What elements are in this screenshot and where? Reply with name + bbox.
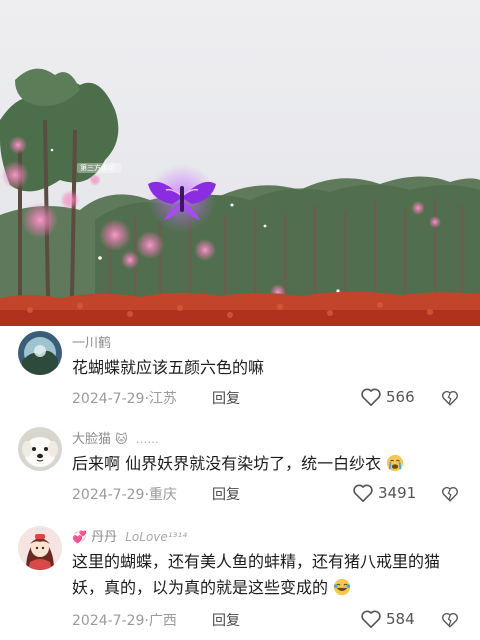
username-extra: LoLove¹³¹⁴	[125, 530, 188, 544]
laughing-crying-face-icon	[334, 578, 351, 596]
reply-button[interactable]: 回复	[212, 388, 240, 408]
comment-text: 这里的蝴蝶，还有美人鱼的蚌精，还有猪八戒里的猫妖，真的，以为真的就是这些变成的	[72, 552, 441, 597]
like-count: 584	[386, 610, 415, 628]
like-count: 3491	[378, 484, 417, 502]
broken-heart-icon[interactable]	[441, 611, 459, 629]
broken-heart-icon[interactable]	[441, 485, 459, 503]
comment-text: 后来啊 仙界妖界就没有染坊了，统一白纱衣	[72, 451, 442, 477]
comment-date: 2024-7-29	[72, 391, 145, 407]
like-button[interactable]: 566	[360, 387, 415, 407]
comment-meta: 2024-7-29·广西	[72, 610, 177, 630]
white-dog-avatar-icon	[18, 427, 62, 471]
heart-icon	[361, 610, 381, 628]
reply-button[interactable]: 回复	[212, 610, 240, 630]
comment-username[interactable]: 大脸猫 🐱 ......	[72, 428, 159, 447]
cat-emoji-icon: 🐱	[115, 432, 128, 446]
comment-item: 大脸猫 🐱 ...... 后来啊 仙界妖界就没有染坊了，统一白纱衣 2024-7…	[0, 422, 480, 518]
purple-heart-icon: 💞	[72, 530, 87, 544]
like-button[interactable]: 584	[360, 609, 415, 629]
video-frame[interactable]: 第三方水印	[0, 0, 480, 326]
crying-face-icon	[387, 454, 404, 472]
comment-meta: 2024-7-29·江苏	[72, 388, 177, 408]
comment-location: 重庆	[148, 487, 177, 503]
like-button[interactable]: 3491	[352, 483, 416, 503]
comment-item: 一川鹤 花蝴蝶就应该五颜六色的嘛 2024-7-29·江苏 回复 566	[0, 326, 480, 422]
forest-butterfly-scene	[0, 0, 480, 326]
username-extra: ......	[135, 432, 159, 446]
broken-heart-icon[interactable]	[441, 389, 459, 407]
comment-location: 广西	[148, 613, 177, 629]
avatar[interactable]	[18, 427, 62, 471]
watermark-tag: 第三方水印	[80, 164, 115, 172]
comment-date: 2024-7-29	[72, 613, 145, 629]
like-count: 566	[386, 388, 415, 406]
comment-item: 💞 丹丹 LoLove¹³¹⁴ 这里的蝴蝶，还有美人鱼的蚌精，还有猪八戒里的猫妖…	[0, 518, 480, 640]
reply-button[interactable]: 回复	[212, 484, 240, 504]
comment-list: 一川鹤 花蝴蝶就应该五颜六色的嘛 2024-7-29·江苏 回复 566 大脸猫…	[0, 326, 480, 640]
comment-location: 江苏	[148, 391, 177, 407]
comment-meta: 2024-7-29·重庆	[72, 484, 177, 504]
comment-date: 2024-7-29	[72, 487, 145, 503]
heart-icon	[361, 388, 381, 406]
landscape-avatar-icon	[18, 331, 62, 375]
comment-text: 花蝴蝶就应该五颜六色的嘛	[72, 358, 265, 377]
avatar[interactable]	[18, 331, 62, 375]
heart-icon	[353, 484, 373, 502]
anime-girl-avatar-icon	[18, 526, 62, 570]
avatar[interactable]	[18, 526, 62, 570]
comment-username[interactable]: 💞 丹丹 LoLove¹³¹⁴	[72, 526, 187, 545]
comment-username[interactable]: 一川鹤	[72, 332, 111, 351]
